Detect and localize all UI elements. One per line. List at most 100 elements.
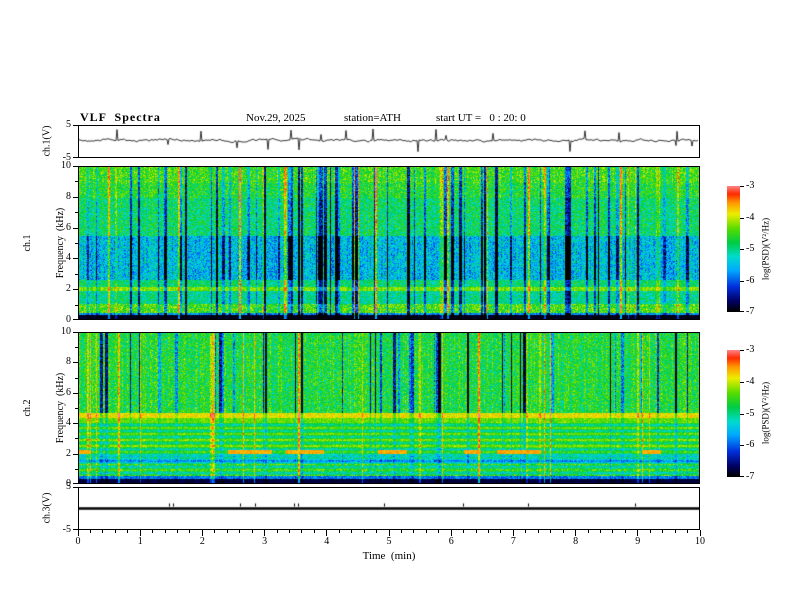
figure-title: VLF Spectra: [80, 110, 161, 124]
axis-tick: [740, 476, 744, 477]
ch2-spectrogram-canvas: [79, 333, 699, 483]
axis-tick: [438, 530, 440, 533]
ch2-frequency-axis-label: ch.2 Frequency (kHz): [0, 373, 88, 444]
colorbar-ch1: [727, 186, 740, 312]
freq-tick-label: 10: [61, 160, 71, 171]
colorbar-tick-label: -7: [746, 471, 755, 482]
axis-tick: [537, 530, 539, 533]
ch3-voltage-panel: [78, 487, 700, 530]
axis-tick: [89, 530, 91, 533]
axis-tick: [662, 530, 664, 533]
axis-tick: [189, 530, 191, 533]
axis-tick: [313, 530, 315, 533]
time-tick-label: 9: [635, 536, 641, 547]
axis-tick: [376, 530, 378, 533]
colorbar-ch2: [727, 350, 740, 477]
axis-label-line: ch.1: [22, 234, 33, 252]
axis-tick: [699, 530, 701, 536]
axis-tick: [740, 249, 744, 250]
volt-tick-label: -5: [62, 524, 71, 535]
axis-tick: [251, 530, 253, 533]
start-ut-label: start UT = 0 : 20: 0: [436, 112, 526, 124]
colorbar-tick-label: -3: [746, 344, 755, 355]
axis-tick: [388, 530, 390, 536]
axis-tick: [264, 530, 266, 536]
axis-tick: [288, 530, 290, 533]
ch1-voltage-axis-label: ch.1(V): [41, 125, 53, 157]
time-tick-label: 10: [695, 536, 705, 547]
axis-tick: [550, 530, 552, 533]
axis-tick: [740, 217, 744, 219]
axis-tick: [740, 381, 744, 383]
time-tick-label: 4: [324, 536, 330, 547]
axis-tick: [740, 186, 744, 187]
axis-tick: [139, 530, 141, 536]
axis-tick: [164, 530, 166, 533]
axis-tick: [525, 530, 527, 533]
axis-tick: [338, 530, 340, 533]
time-tick-label: 2: [199, 536, 205, 547]
axis-tick: [740, 350, 744, 351]
axis-tick: [177, 530, 179, 533]
axis-label-line: Frequency (kHz): [55, 207, 66, 279]
axis-tick: [612, 530, 614, 533]
axis-tick: [400, 530, 402, 533]
axis-tick: [152, 530, 154, 533]
axis-tick: [425, 530, 427, 533]
time-tick-label: 6: [448, 536, 454, 547]
axis-tick: [599, 530, 601, 533]
axis-tick: [674, 530, 676, 533]
ch3-waveform-canvas: [79, 488, 699, 529]
axis-tick: [500, 530, 502, 533]
time-tick-label: 1: [137, 536, 143, 547]
axis-tick: [201, 530, 203, 536]
axis-tick: [740, 445, 744, 447]
axis-tick: [351, 530, 353, 533]
axis-tick: [475, 530, 477, 533]
axis-tick: [562, 530, 564, 533]
axis-tick: [114, 530, 116, 533]
axis-tick: [488, 530, 490, 533]
colorbar1-label: log(PSD)(V²/Hz): [760, 217, 771, 281]
axis-tick: [687, 530, 689, 533]
axis-tick: [740, 311, 744, 312]
axis-tick: [450, 530, 452, 536]
colorbar-tick-label: -3: [746, 180, 755, 191]
axis-label-line: Frequency (kHz): [55, 372, 66, 444]
axis-tick: [463, 530, 465, 533]
time-tick-label: 3: [262, 536, 268, 547]
time-tick-label: 5: [386, 536, 392, 547]
freq-tick-label: 10: [61, 326, 71, 337]
time-tick-label: 8: [573, 536, 579, 547]
vlf-spectra-figure: VLF Spectra Nov.29, 2025 station=ATH sta…: [0, 0, 792, 612]
axis-tick: [301, 530, 303, 533]
freq-tick-label: 8: [66, 356, 71, 368]
axis-tick: [102, 530, 104, 533]
freq-tick-label: 0: [66, 478, 71, 489]
axis-tick: [624, 530, 626, 533]
volt-tick-label: 5: [66, 481, 71, 492]
ch1-frequency-axis-label: ch.1 Frequency (kHz): [0, 208, 88, 279]
axis-tick: [276, 530, 278, 533]
ch1-voltage-panel: [78, 125, 700, 158]
axis-tick: [575, 530, 577, 536]
date-label: Nov.29, 2025: [246, 112, 306, 124]
time-tick-label: 7: [510, 536, 516, 547]
time-axis-label: Time (min): [362, 550, 416, 562]
freq-tick-label: 2: [66, 447, 71, 459]
freq-tick-label: 8: [66, 190, 71, 202]
axis-tick: [740, 413, 744, 415]
colorbar2-label: log(PSD)(V²/Hz): [760, 381, 771, 445]
ch3-voltage-axis-label: ch.3(V): [41, 492, 53, 524]
axis-tick: [77, 530, 79, 536]
axis-tick: [587, 530, 589, 533]
axis-tick: [226, 530, 228, 533]
ch2-spectrogram-panel: [78, 332, 700, 484]
axis-tick: [326, 530, 328, 536]
axis-tick: [214, 530, 216, 533]
colorbar-tick-label: -7: [746, 306, 755, 317]
axis-tick: [413, 530, 415, 533]
axis-tick: [637, 530, 639, 536]
axis-tick: [239, 530, 241, 533]
axis-label-line: ch.2: [22, 399, 33, 417]
